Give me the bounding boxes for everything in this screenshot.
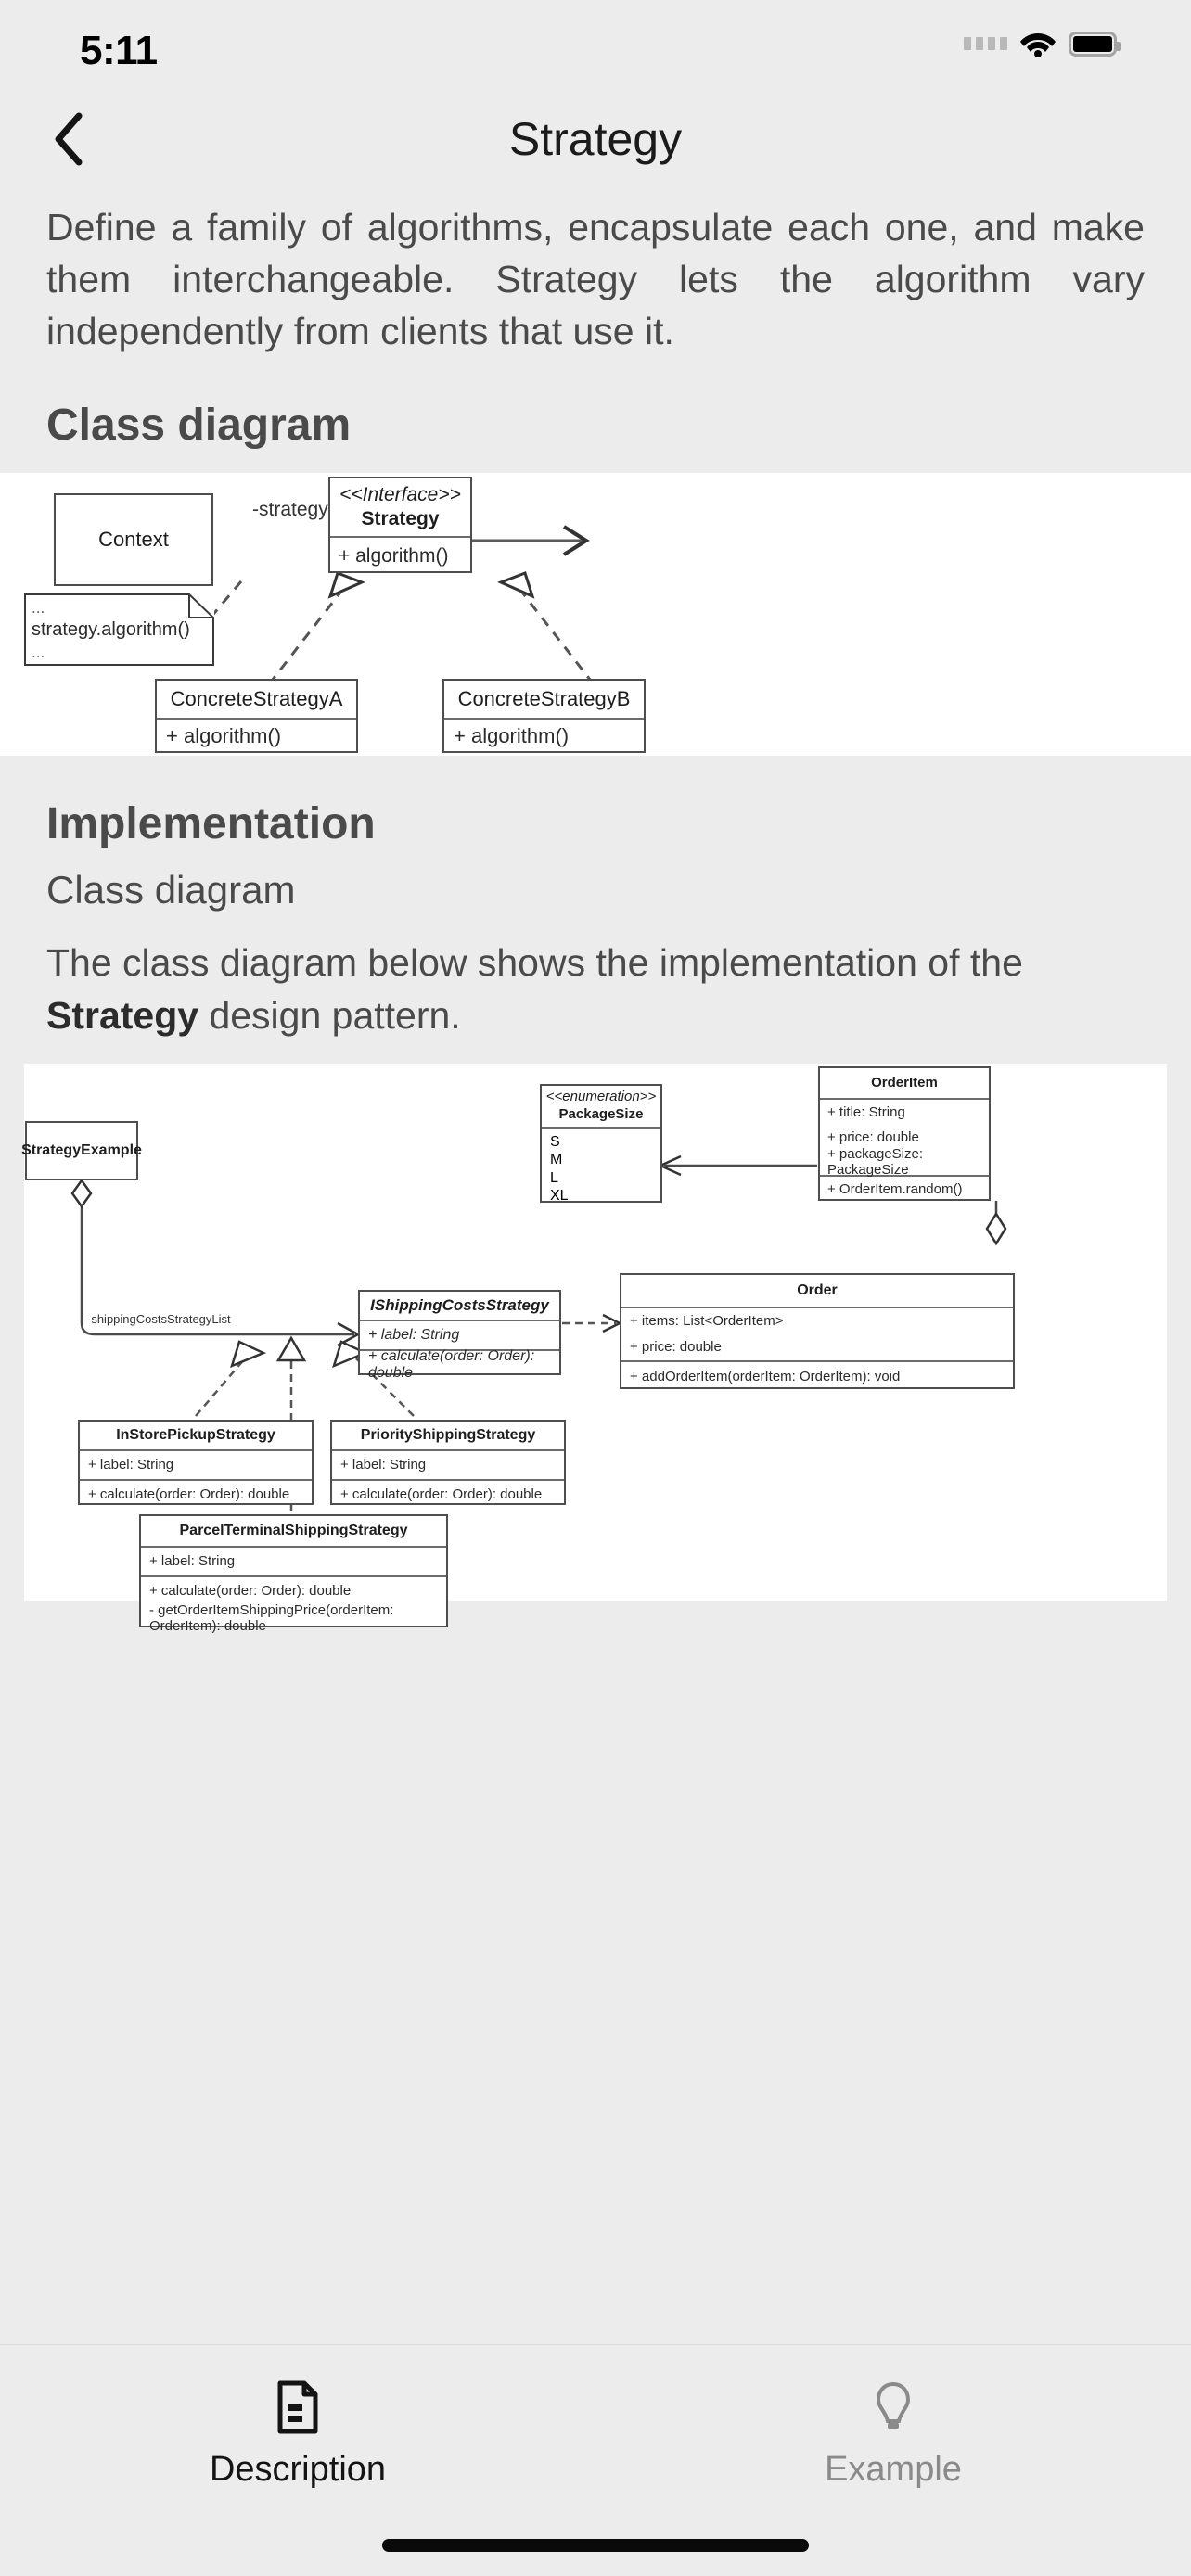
uml-class-context: Context: [54, 493, 213, 587]
uml-concrete-a-name: ConcreteStrategyA: [170, 687, 343, 711]
uml-order-name: Order: [797, 1282, 838, 1298]
uml-packagesize-value: L: [550, 1169, 558, 1186]
uml-orderitem-methods: + OrderItem.random(): [820, 1174, 989, 1203]
battery-icon: [1069, 31, 1121, 57]
uml-ishipping-attribute: + label: String: [368, 1326, 460, 1343]
uml-parcel-attributes: + label: String: [141, 1545, 446, 1575]
implementation-paragraph: The class diagram below shows the implem…: [46, 937, 1145, 1040]
uml-class-priority-shipping-strategy: PriorityShippingStrategy + label: String…: [330, 1419, 566, 1505]
status-bar-indicators: [964, 30, 1121, 57]
uml-instore-attributes: + label: String: [80, 1448, 312, 1479]
uml-association-label-strategy: -strategy: [252, 499, 328, 521]
uml-priority-name: PriorityShippingStrategy: [360, 1426, 536, 1443]
tab-example-label: Example: [825, 2450, 962, 2489]
tab-description[interactable]: Description: [0, 2380, 596, 2490]
uml-concrete-b-name: ConcreteStrategyB: [457, 687, 631, 711]
uml-class-strategy-example: StrategyExample: [21, 1120, 142, 1180]
impl-text-bold: Strategy: [46, 993, 199, 1037]
uml-strategyexample-name: StrategyExample: [21, 1141, 142, 1158]
uml-ishipping-attributes: + label: String: [360, 1319, 559, 1349]
uml-parcel-attribute: + label: String: [149, 1553, 236, 1570]
uml-order-attribute: + price: double: [630, 1339, 722, 1356]
uml-orderitem-method: + OrderItem.random(): [827, 1181, 963, 1198]
uml-packagesize-value: S: [550, 1133, 560, 1150]
uml-orderitem-attributes: + title: String + price: double + packag…: [820, 1097, 989, 1179]
uml-packagesize-value: XL: [550, 1188, 569, 1205]
uml-order-attributes: + items: List<OrderItem> + price: double: [621, 1306, 1013, 1360]
class-diagram-image-2: <<enumeration>> PackageSize S M L XL Ord…: [21, 1063, 1167, 1634]
uml-note-line-2: strategy.algorithm(): [32, 619, 190, 641]
uml-instore-method: + calculate(order: Order): double: [88, 1486, 290, 1503]
tab-example[interactable]: Example: [596, 2380, 1191, 2490]
uml-class-order: Order + items: List<OrderItem> + price: …: [620, 1272, 1015, 1391]
uml-packagesize-name: PackageSize: [558, 1105, 644, 1122]
uml-class-concrete-strategy-b: ConcreteStrategyB + algorithm(): [442, 679, 646, 754]
document-icon: [276, 2380, 319, 2439]
uml-interface-ishipping-costs-strategy: IShippingCostsStrategy + label: String +…: [358, 1289, 561, 1381]
lightbulb-icon: [872, 2380, 915, 2439]
uml-packagesize-value: M: [550, 1152, 563, 1168]
status-bar: 5:11: [0, 0, 1191, 97]
uml-note-line-1: ...: [32, 599, 45, 618]
heading-implementation-class-diagram: Class diagram: [46, 868, 296, 912]
uml-class-strategy: <<Interface>> Strategy + algorithm(): [328, 477, 472, 575]
heading-class-diagram: Class diagram: [46, 401, 352, 451]
navigation-bar: Strategy: [0, 97, 1191, 181]
uml-ishipping-method: + calculate(order: Order): double: [368, 1347, 535, 1381]
uml-order-methods: + addOrderItem(orderItem: OrderItem): vo…: [621, 1359, 1013, 1391]
uml-orderitem-name: OrderItem: [871, 1075, 938, 1091]
uml-priority-attributes: + label: String: [332, 1448, 564, 1479]
uml-strategy-stereotype: <<Interface>>: [339, 484, 461, 506]
uml-ishipping-name: IShippingCostsStrategy: [370, 1295, 549, 1314]
uml-parcel-methods: + calculate(order: Order): double - getO…: [141, 1575, 446, 1634]
uml-concrete-a-method: + algorithm(): [157, 718, 356, 753]
uml-class-concrete-strategy-a: ConcreteStrategyA + algorithm(): [155, 679, 358, 754]
bottom-tab-bar: Description Example: [0, 2344, 1191, 2576]
uml-orderitem-attribute: + title: String: [827, 1103, 905, 1120]
uml-parcel-name: ParcelTerminalShippingStrategy: [179, 1522, 408, 1538]
uml-parcel-method: + calculate(order: Order): double: [149, 1583, 352, 1600]
uml-strategy-name: Strategy: [361, 508, 440, 530]
uml-instore-attribute: + label: String: [88, 1457, 174, 1473]
impl-text-after: design pattern.: [198, 993, 461, 1037]
uml-instore-name: InStorePickupStrategy: [116, 1426, 275, 1443]
uml-enum-package-size: <<enumeration>> PackageSize S M L XL: [540, 1083, 662, 1205]
wifi-icon: [1019, 30, 1057, 57]
uml-priority-attribute: + label: String: [340, 1457, 427, 1473]
uml-orderitem-attribute: + packageSize: PackageSize: [827, 1146, 923, 1179]
uml-note-line-3: ...: [32, 644, 45, 662]
uml-strategy-method: + algorithm(): [330, 536, 470, 575]
app-screen: 5:11 Strategy Define a family of algorit…: [0, 0, 1191, 2576]
uml-context-name: Context: [98, 528, 169, 552]
uml-aggregation-label: -shippingCostsStrategyList: [87, 1311, 231, 1326]
heading-implementation: Implementation: [46, 799, 376, 849]
signal-dots-icon: [964, 37, 1007, 50]
uml-class-parcel-terminal-shipping-strategy: ParcelTerminalShippingStrategy + label: …: [139, 1513, 448, 1634]
tab-description-label: Description: [209, 2450, 387, 2489]
uml-concrete-b-method: + algorithm(): [444, 718, 644, 753]
class-diagram-image-1: Context ... strategy.algorithm() ... -st…: [0, 473, 1191, 757]
status-bar-time: 5:11: [80, 28, 158, 73]
uml-class-in-store-pickup-strategy: InStorePickupStrategy + label: String + …: [78, 1419, 314, 1505]
intro-paragraph: Define a family of algorithms, encapsula…: [46, 206, 1145, 353]
scroll-content[interactable]: Define a family of algorithms, encapsula…: [0, 181, 1191, 2249]
uml-order-method: + addOrderItem(orderItem: OrderItem): vo…: [630, 1368, 901, 1384]
home-indicator: [382, 2539, 809, 2552]
uml-packagesize-values: S M L XL: [542, 1126, 660, 1205]
uml-class-order-item: OrderItem + title: String + price: doubl…: [818, 1065, 991, 1203]
uml-ishipping-methods: + calculate(order: Order): double: [360, 1347, 559, 1381]
uml-priority-methods: + calculate(order: Order): double: [332, 1478, 564, 1509]
impl-text-before: The class diagram below shows the implem…: [46, 941, 1023, 985]
page-title: Strategy: [508, 113, 683, 165]
uml-order-attribute: + items: List<OrderItem>: [630, 1313, 784, 1330]
uml-note-context: ... strategy.algorithm() ...: [24, 593, 214, 667]
uml-instore-methods: + calculate(order: Order): double: [80, 1478, 312, 1509]
uml-packagesize-stereotype: <<enumeration>>: [545, 1089, 657, 1105]
uml-priority-method: + calculate(order: Order): double: [340, 1486, 543, 1503]
uml-parcel-method: - getOrderItemShippingPrice(orderItem: O…: [149, 1601, 394, 1634]
